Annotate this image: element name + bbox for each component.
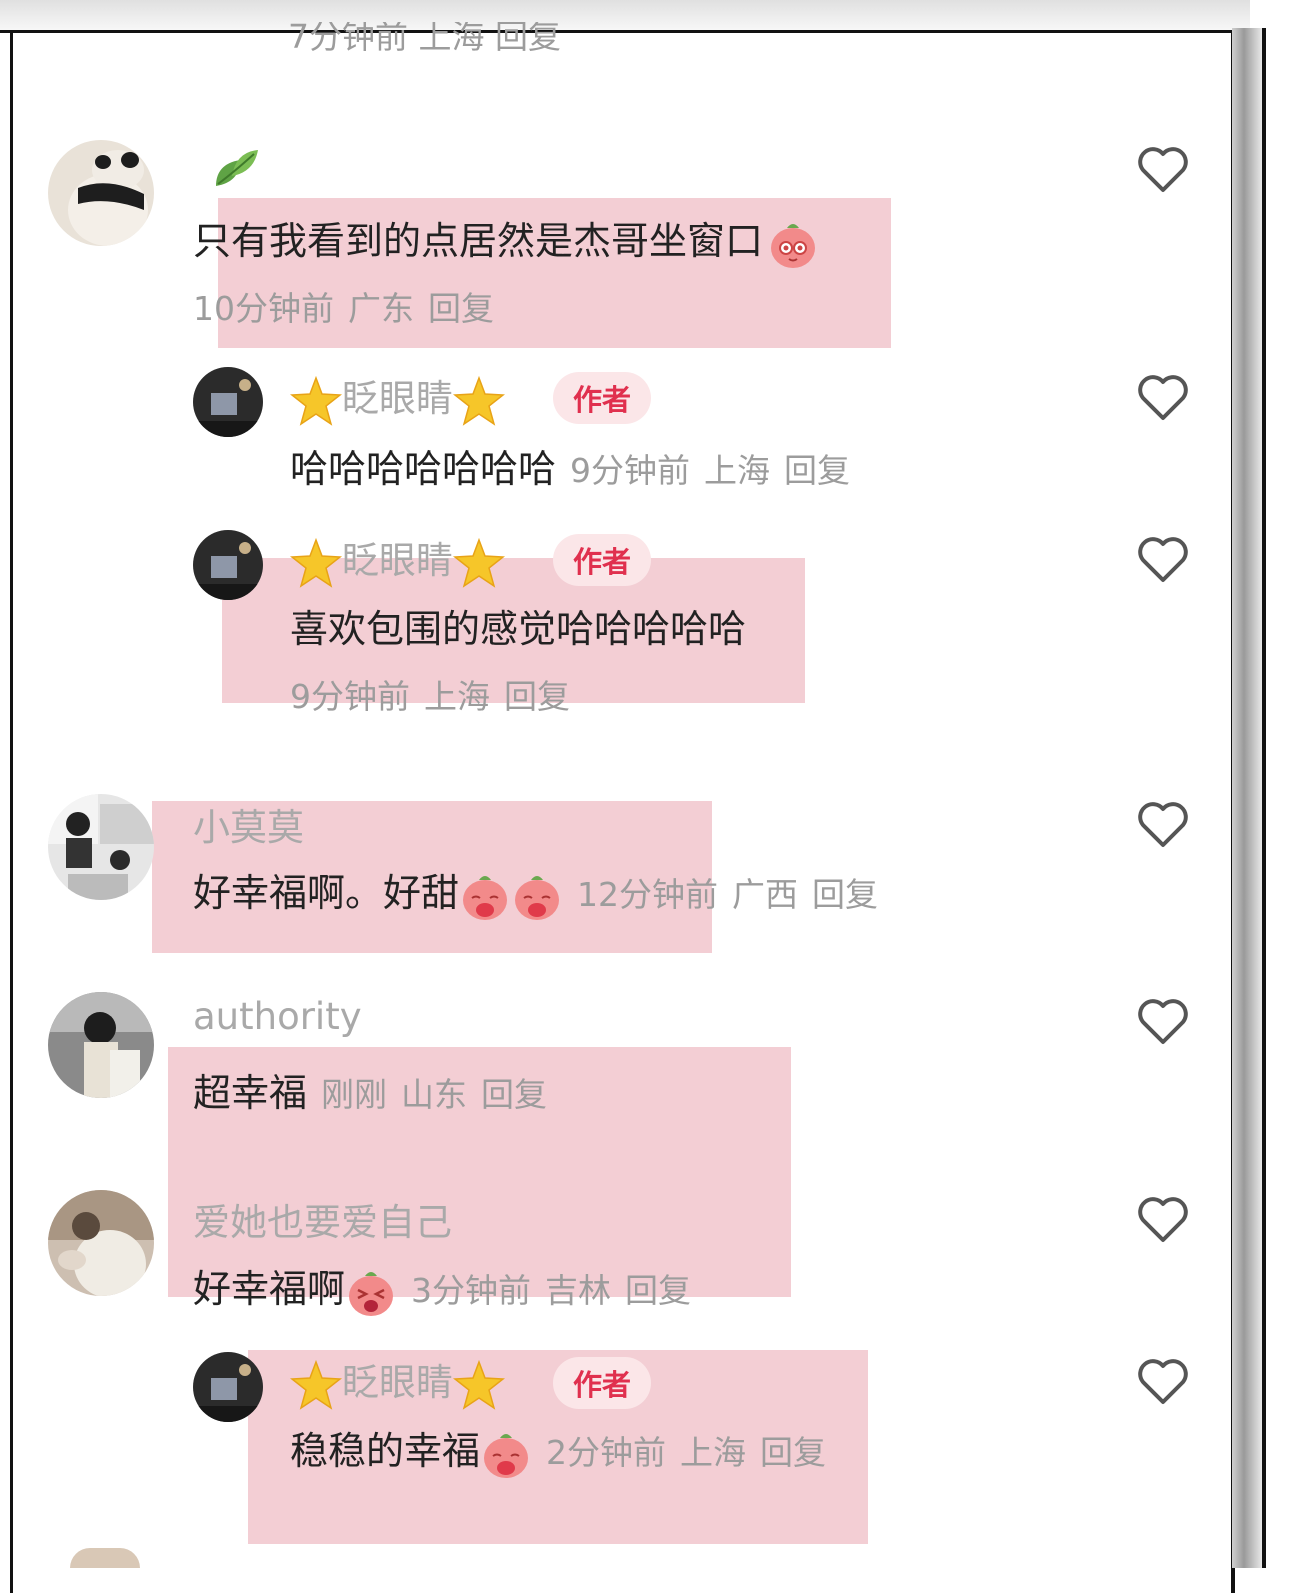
leaf-badge-icon	[210, 146, 262, 196]
comment-time: 9分钟前	[290, 677, 410, 716]
comment-meta: 9分钟前 上海 回复	[570, 451, 864, 490]
comment-meta: 10分钟前 广东 回复	[193, 282, 508, 330]
comment-location: 上海	[704, 451, 771, 490]
author-badge: 作者	[553, 534, 652, 586]
like-heart-icon[interactable]	[1137, 1196, 1189, 1244]
reply-button[interactable]: 回复	[760, 1433, 826, 1472]
avatar[interactable]	[48, 794, 154, 900]
comment-text: 好幸福啊 3分钟前 吉林 回复	[193, 1258, 705, 1318]
comment-meta: 2分钟前 上海 回复	[546, 1433, 840, 1472]
comment-location: 上海	[680, 1433, 747, 1472]
avatar[interactable]	[193, 367, 263, 437]
like-heart-icon[interactable]	[1137, 801, 1189, 849]
reply-button[interactable]: 回复	[625, 1271, 691, 1310]
peach-angry-emoji-icon	[345, 1266, 397, 1318]
comment-location: 广西	[732, 875, 799, 914]
avatar[interactable]	[48, 140, 154, 246]
comment-time: 2分钟前	[546, 1433, 667, 1472]
next-avatar-partial	[70, 1548, 140, 1568]
star-icon	[453, 1359, 505, 1410]
like-heart-icon[interactable]	[1137, 536, 1189, 584]
reply-button[interactable]: 回复	[428, 289, 494, 328]
author-badge: 作者	[553, 372, 652, 424]
reply-button[interactable]: 回复	[812, 875, 878, 914]
comment-location: 山东	[401, 1075, 468, 1114]
frame-top-bar	[0, 0, 1250, 33]
comment-meta: 3分钟前 吉林 回复	[411, 1271, 705, 1310]
previous-comment-meta: 7分钟前 上海 回复	[288, 22, 561, 56]
comment-time: 10分钟前	[193, 289, 334, 328]
author-badge: 作者	[553, 1357, 652, 1409]
comment-location: 上海	[424, 677, 490, 716]
comment-location: 广东	[348, 289, 414, 328]
reply-button[interactable]: 回复	[784, 451, 850, 490]
comment-time: 刚刚	[321, 1075, 388, 1114]
comment-author-name[interactable]: 爱她也要爱自己	[193, 1192, 452, 1246]
comment-text: 稳稳的幸福 2分钟前 上海 回复	[290, 1420, 840, 1480]
comment-author-name[interactable]: 眨眼睛	[290, 530, 505, 588]
like-heart-icon[interactable]	[1137, 1358, 1189, 1406]
avatar[interactable]	[193, 530, 263, 600]
avatar[interactable]	[48, 1190, 154, 1296]
like-heart-icon[interactable]	[1137, 146, 1189, 194]
comment-author-name[interactable]: 眨眼睛	[290, 1352, 505, 1410]
frame-right-edge	[1232, 28, 1266, 1568]
comment-location: 吉林	[545, 1271, 612, 1310]
reply-button[interactable]: 回复	[481, 1075, 547, 1114]
avatar[interactable]	[193, 1352, 263, 1422]
comment-time: 12分钟前	[577, 875, 719, 914]
peach-blush-emoji-icon	[459, 870, 511, 922]
comment-meta: 12分钟前 广西 回复	[577, 875, 892, 914]
peach-blush-emoji-icon	[480, 1428, 532, 1480]
peach-shy-emoji-icon	[767, 218, 819, 270]
comment-text: 喜欢包围的感觉哈哈哈哈哈	[290, 607, 747, 651]
avatar[interactable]	[48, 992, 154, 1098]
comment-text: 只有我看到的点居然是杰哥坐窗口	[193, 210, 819, 270]
comment-text: 好幸福啊。好甜 12分钟前 广西 回复	[193, 862, 892, 922]
comment-meta: 9分钟前 上海 回复	[290, 670, 584, 718]
star-icon	[290, 375, 342, 426]
peach-blush-emoji-icon	[511, 870, 563, 922]
comment-author-name[interactable]: 小莫莫	[193, 797, 304, 851]
comment-author-name[interactable]: 眨眼睛	[290, 368, 505, 426]
star-icon	[453, 375, 505, 426]
comment-time: 9分钟前	[570, 451, 691, 490]
reply-button[interactable]: 回复	[504, 677, 570, 716]
comment-author-name[interactable]: authority	[193, 995, 362, 1038]
like-heart-icon[interactable]	[1137, 374, 1189, 422]
comment-meta: 刚刚 山东 回复	[321, 1075, 561, 1114]
star-icon	[290, 1359, 342, 1410]
comment-text: 哈哈哈哈哈哈哈 9分钟前 上海 回复	[290, 438, 864, 493]
comment-time: 3分钟前	[411, 1271, 532, 1310]
like-heart-icon[interactable]	[1137, 998, 1189, 1046]
comment-text: 超幸福 刚刚 山东 回复	[193, 1062, 561, 1117]
star-icon	[453, 537, 505, 588]
star-icon	[290, 537, 342, 588]
